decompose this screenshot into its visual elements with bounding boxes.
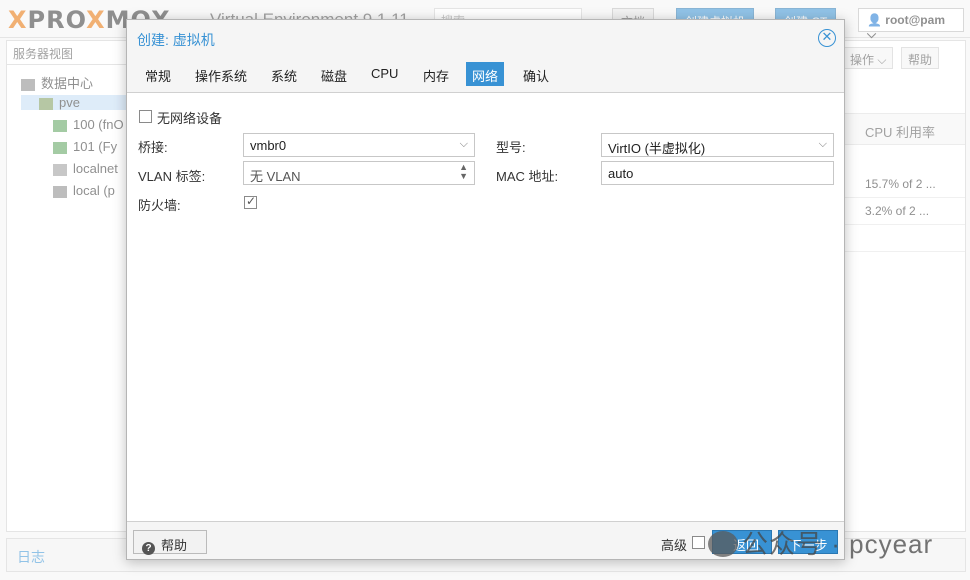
watermark: 公众号 · pcyear	[708, 524, 933, 561]
tab-os[interactable]: 操作系统	[189, 62, 253, 86]
create-vm-dialog: 创建: 虚拟机 ✕ 常规 操作系统 系统 磁盘 CPU 内存 网络 确认 无网络…	[126, 19, 845, 560]
help-icon: ?	[142, 542, 155, 555]
no-network-label: 无网络设备	[157, 111, 223, 126]
wechat-icon	[708, 531, 738, 557]
chevron-down-icon: ⌵	[459, 138, 468, 150]
advanced-label: 高级	[661, 538, 688, 553]
help-button[interactable]: ? 帮助	[133, 530, 207, 555]
vlan-label: VLAN 标签:	[138, 169, 206, 184]
firewall-label: 防火墙:	[138, 198, 181, 213]
tab-memory[interactable]: 内存	[417, 62, 455, 86]
network-panel: 无网络设备 桥接: vmbr0 ⌵ VLAN 标签: 无 VLAN ▲ ▼ 防火墙: …	[127, 92, 844, 522]
tab-confirm[interactable]: 确认	[517, 62, 555, 86]
tab-cpu[interactable]: CPU	[365, 62, 404, 86]
tab-disks[interactable]: 磁盘	[315, 62, 353, 86]
mac-address-input[interactable]: auto	[601, 161, 834, 185]
no-network-checkbox[interactable]	[139, 110, 152, 123]
bridge-select[interactable]: vmbr0 ⌵	[243, 133, 475, 157]
spinner-arrows-icon[interactable]: ▲ ▼	[459, 163, 468, 181]
model-label: 型号:	[496, 140, 526, 155]
firewall-checkbox[interactable]	[244, 194, 257, 209]
tab-system[interactable]: 系统	[265, 62, 303, 86]
close-icon[interactable]: ✕	[818, 29, 836, 47]
vlan-tag-input[interactable]: 无 VLAN ▲ ▼	[243, 161, 475, 185]
tab-general[interactable]: 常规	[139, 62, 177, 86]
model-select[interactable]: VirtIO (半虚拟化) ⌵	[601, 133, 834, 157]
chevron-down-icon: ⌵	[818, 138, 827, 150]
mac-address-label: MAC 地址:	[496, 169, 559, 184]
tab-network[interactable]: 网络	[466, 62, 505, 86]
advanced-checkbox[interactable]	[692, 536, 705, 549]
dialog-title: 创建: 虚拟机	[137, 32, 215, 48]
bridge-label: 桥接:	[138, 140, 168, 155]
wizard-tabs: 常规 操作系统 系统 磁盘 CPU 内存 网络 确认	[127, 62, 844, 88]
